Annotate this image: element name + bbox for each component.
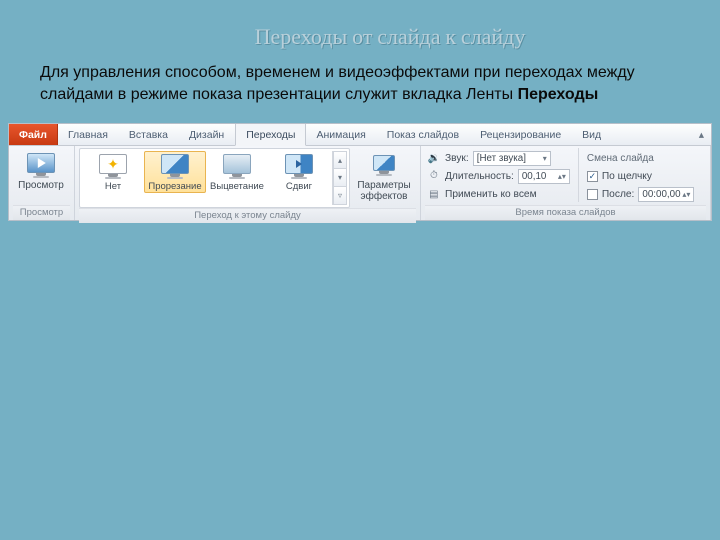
tab-slideshow[interactable]: Показ слайдов — [377, 124, 470, 145]
preview-button[interactable]: Просмотр — [13, 148, 69, 193]
gallery-item-label: Прорезание — [148, 181, 201, 192]
sound-row: 🔉 Звук: [Нет звука] ▾ — [427, 150, 570, 166]
advance-onclick-label: По щелчку — [602, 171, 652, 182]
tab-insert[interactable]: Вставка — [119, 124, 179, 145]
ribbon-minimize-icon[interactable]: ▴ — [693, 124, 711, 145]
advance-title: Смена слайда — [587, 150, 695, 166]
preview-icon — [26, 151, 56, 179]
apply-all-icon: ▤ — [427, 189, 441, 200]
advance-after-input[interactable]: 00:00,00 ▴▾ — [638, 187, 694, 202]
gallery-item-cut[interactable]: Прорезание — [144, 151, 206, 193]
ribbon-tabs: Файл Главная Вставка Дизайн Переходы Ани… — [9, 124, 711, 146]
duration-input[interactable]: 00,10 ▴▾ — [518, 169, 570, 184]
group-timing-label-text: Время показа слайдов — [515, 207, 615, 218]
apply-all-label: Применить ко всем — [445, 189, 537, 200]
duration-label: Длительность: — [445, 171, 514, 182]
spinner-icon: ▴▾ — [682, 190, 690, 199]
group-preview: Просмотр Просмотр — [9, 146, 75, 220]
advance-after-row[interactable]: После: 00:00,00 ▴▾ — [587, 186, 695, 202]
duration-value: 00,10 — [522, 171, 547, 182]
transition-gallery[interactable]: ✦ Нет Прорезание Выцветание Сдвиг — [79, 148, 350, 208]
duration-row: ⏱ Длительность: 00,10 ▴▾ — [427, 168, 570, 184]
none-icon: ✦ — [99, 154, 127, 179]
tab-file[interactable]: Файл — [9, 124, 58, 145]
sound-value: [Нет звука] — [477, 153, 526, 164]
advance-after-label: После: — [602, 189, 635, 200]
spinner-icon: ▴▾ — [558, 172, 566, 181]
gallery-item-shift[interactable]: Сдвиг — [268, 151, 330, 193]
advance-after-checkbox[interactable] — [587, 189, 598, 200]
page-heading: Переходы от слайда к слайду — [100, 24, 680, 50]
apply-all-row[interactable]: ▤ Применить ко всем — [427, 186, 570, 202]
chevron-down-icon: ▾ — [543, 154, 547, 163]
gallery-item-none[interactable]: ✦ Нет — [82, 151, 144, 193]
effect-options-label: Параметры эффектов — [357, 181, 410, 202]
description-bold: Переходы — [518, 86, 599, 103]
tab-review[interactable]: Рецензирование — [470, 124, 572, 145]
group-transition: ✦ Нет Прорезание Выцветание Сдвиг — [75, 146, 421, 220]
advance-onclick-row[interactable]: ✓ По щелчку — [587, 168, 695, 184]
group-timing: 🔉 Звук: [Нет звука] ▾ ⏱ Длительность: 00… — [421, 146, 711, 220]
gallery-more-icon[interactable]: ▿ — [333, 187, 347, 205]
effect-options-button[interactable]: Параметры эффектов — [352, 148, 416, 203]
effect-options-icon — [369, 151, 399, 179]
group-timing-label: Время показа слайдов — [425, 205, 706, 220]
group-transition-label: Переход к этому слайду — [79, 208, 416, 223]
timing-column: 🔉 Звук: [Нет звука] ▾ ⏱ Длительность: 00… — [425, 148, 572, 202]
fade-icon — [223, 154, 251, 179]
sound-select[interactable]: [Нет звука] ▾ — [473, 151, 551, 166]
advance-onclick-checkbox[interactable]: ✓ — [587, 171, 598, 182]
ribbon-body: Просмотр Просмотр ✦ Нет Прорезание — [9, 146, 711, 220]
tab-animation[interactable]: Анимация — [306, 124, 376, 145]
group-preview-label: Просмотр — [13, 205, 70, 220]
tab-transitions[interactable]: Переходы — [235, 124, 306, 146]
cut-icon — [161, 154, 189, 179]
gallery-item-label: Выцветание — [210, 181, 264, 192]
sound-icon: 🔉 — [427, 153, 441, 164]
tab-home[interactable]: Главная — [58, 124, 119, 145]
gallery-scroll-up-icon[interactable]: ▴ — [333, 151, 347, 169]
duration-icon: ⏱ — [427, 170, 441, 182]
advance-column: Смена слайда ✓ По щелчку После: 00:00,00… — [578, 148, 701, 202]
gallery-item-label: Сдвиг — [286, 181, 312, 192]
gallery-scroll-down-icon[interactable]: ▾ — [333, 169, 347, 187]
sound-label: Звук: — [445, 153, 469, 164]
shift-icon — [285, 154, 313, 179]
preview-label: Просмотр — [18, 181, 64, 192]
tab-view[interactable]: Вид — [572, 124, 612, 145]
tab-design[interactable]: Дизайн — [179, 124, 235, 145]
gallery-item-fade[interactable]: Выцветание — [206, 151, 268, 193]
description-paragraph: Для управления способом, временем и виде… — [0, 58, 720, 123]
gallery-item-label: Нет — [105, 181, 121, 192]
ribbon-screenshot: Файл Главная Вставка Дизайн Переходы Ани… — [8, 123, 712, 221]
gallery-scroll: ▴ ▾ ▿ — [332, 151, 347, 205]
advance-after-value: 00:00,00 — [642, 189, 680, 200]
